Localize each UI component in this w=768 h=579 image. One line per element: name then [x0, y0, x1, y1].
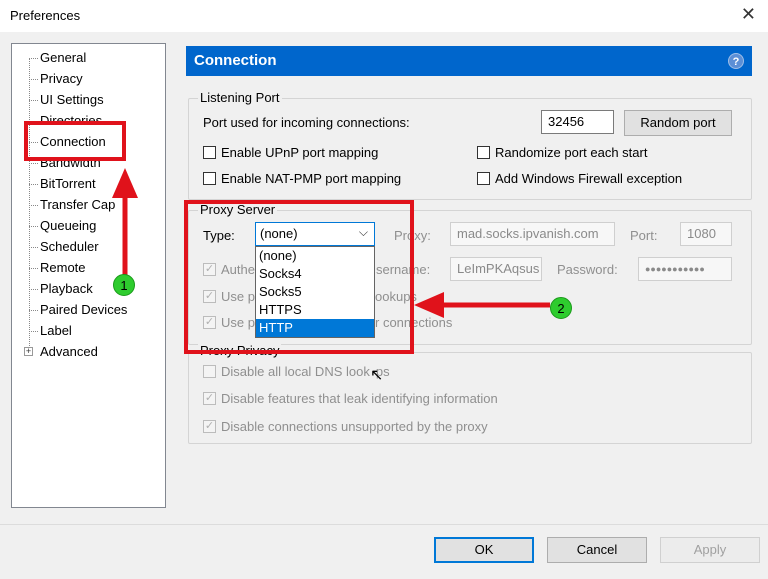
arrow-2-head: [414, 292, 444, 318]
annotation-badge-1: 1: [113, 274, 135, 296]
arrow-1-head: [112, 168, 138, 198]
annotation-badge-2: 2: [550, 297, 572, 319]
